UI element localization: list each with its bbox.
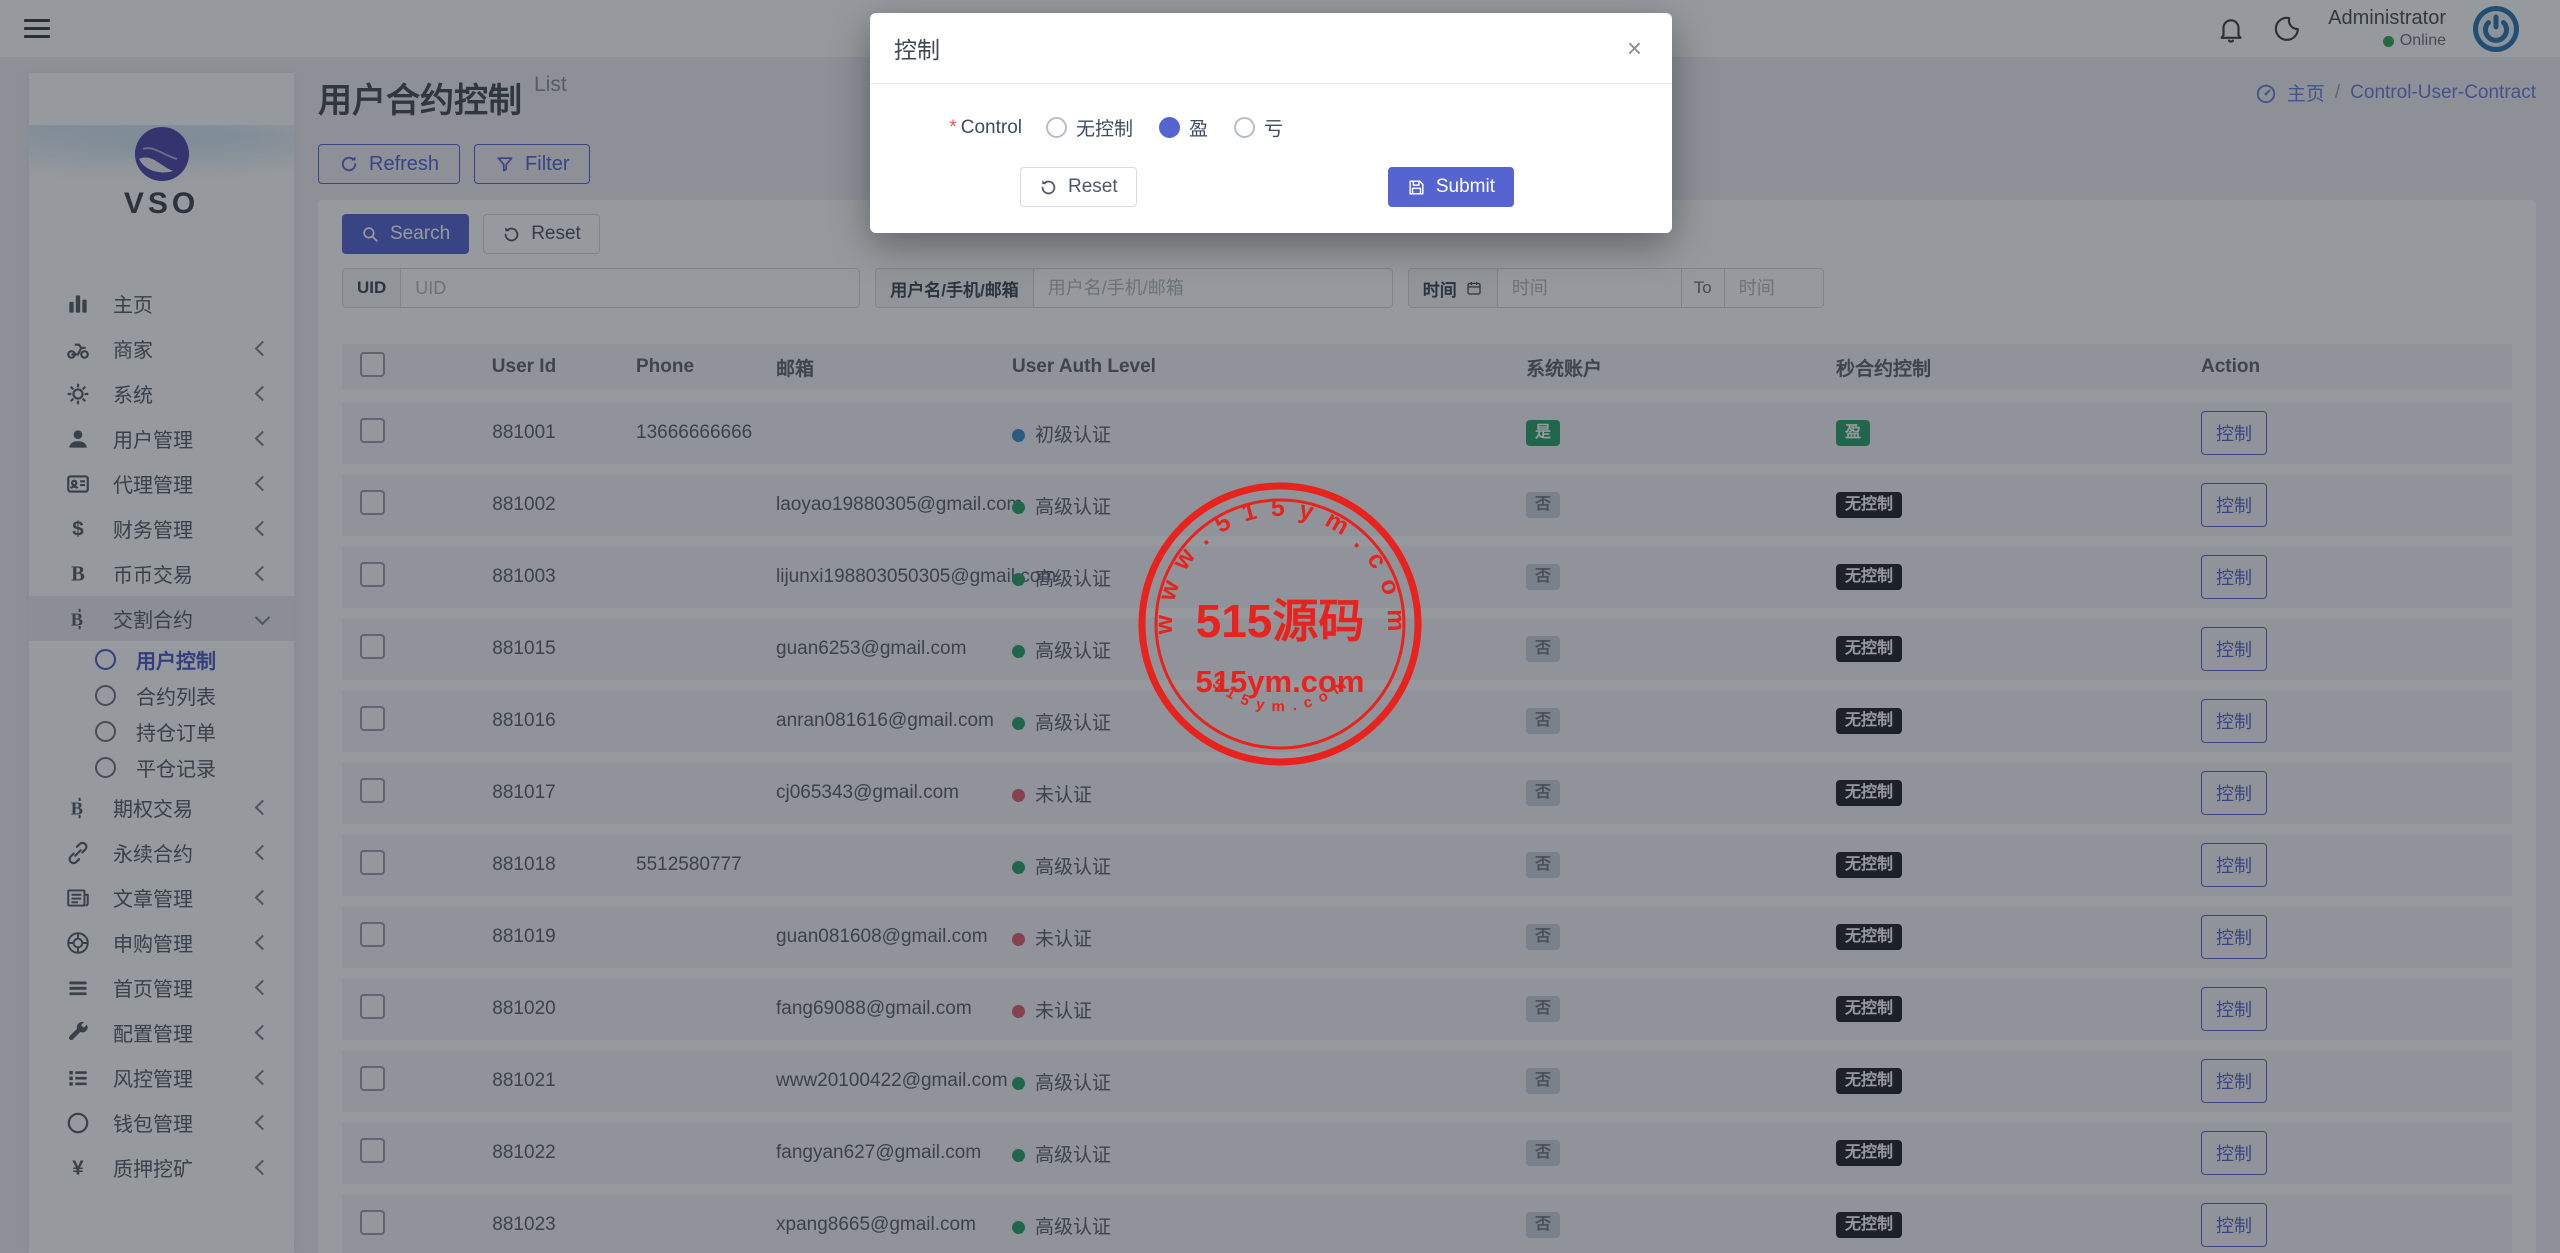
modal-submit-label: Submit xyxy=(1435,176,1495,197)
modal-title: 控制 xyxy=(894,37,940,63)
control-radio-group: 无控制 盈 亏 xyxy=(1046,114,1283,141)
screen: Administrator Online VSO 主页 商家 系统 用户管理 代… xyxy=(0,0,2560,1253)
radio-option-label: 无控制 xyxy=(1076,119,1134,140)
reset-icon xyxy=(1041,179,1056,194)
modal-submit-button[interactable]: Submit xyxy=(1387,167,1514,207)
modal-reset-button[interactable]: Reset xyxy=(1020,167,1137,207)
control-modal: 控制 × * Control 无控制 盈 亏 Reset Submit xyxy=(870,13,1672,233)
radio-icon xyxy=(1046,117,1067,138)
radio-option[interactable]: 盈 xyxy=(1159,114,1208,141)
modal-reset-label: Reset xyxy=(1068,176,1118,197)
radio-icon xyxy=(1159,117,1181,138)
radio-option-label: 盈 xyxy=(1189,119,1209,140)
radio-icon xyxy=(1234,117,1256,138)
save-icon xyxy=(1409,179,1424,195)
control-label-text: Control xyxy=(960,116,1022,138)
radio-option-label: 亏 xyxy=(1264,119,1284,140)
radio-option[interactable]: 无控制 xyxy=(1046,114,1133,141)
required-mark: * xyxy=(949,116,957,138)
close-icon[interactable]: × xyxy=(1621,34,1648,62)
radio-option[interactable]: 亏 xyxy=(1234,114,1283,141)
control-field-label: * Control xyxy=(896,117,1022,139)
